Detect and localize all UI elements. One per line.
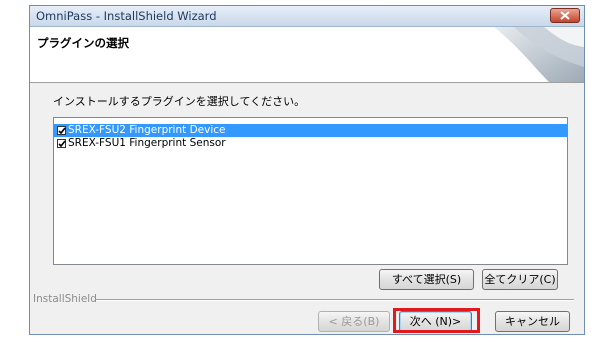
window-title: OmniPass - InstallShield Wizard bbox=[36, 9, 217, 23]
plugin-checkbox[interactable] bbox=[57, 139, 66, 148]
plugin-label: SREX-FSU2 Fingerprint Device bbox=[68, 124, 226, 136]
footer-divider bbox=[96, 299, 574, 301]
next-button[interactable]: 次へ (N)> bbox=[399, 311, 472, 332]
instruction-text: インストールするプラグインを選択してください。 bbox=[53, 95, 306, 108]
close-icon bbox=[560, 11, 570, 20]
plugin-listbox[interactable]: SREX-FSU2 Fingerprint Device SREX-FSU1 F… bbox=[53, 117, 568, 265]
installer-window: OmniPass - InstallShield Wizard プラグインの選択… bbox=[29, 5, 585, 335]
plugin-checkbox[interactable] bbox=[57, 126, 66, 135]
plugin-item[interactable]: SREX-FSU1 Fingerprint Sensor bbox=[54, 137, 567, 150]
plugin-item[interactable]: SREX-FSU2 Fingerprint Device bbox=[54, 124, 567, 137]
wizard-header: プラグインの選択 bbox=[30, 27, 584, 83]
back-button[interactable]: < 戻る(B) bbox=[318, 311, 390, 332]
cancel-button[interactable]: キャンセル bbox=[495, 311, 570, 332]
select-all-button[interactable]: すべて選択(S) bbox=[379, 269, 474, 290]
page-title: プラグインの選択 bbox=[37, 36, 129, 50]
title-bar[interactable]: OmniPass - InstallShield Wizard bbox=[30, 6, 584, 27]
clear-all-button[interactable]: 全てクリア(C) bbox=[482, 269, 558, 290]
plugin-label: SREX-FSU1 Fingerprint Sensor bbox=[68, 137, 226, 149]
checkmark-icon bbox=[58, 127, 66, 135]
checkmark-icon bbox=[58, 140, 66, 148]
close-button[interactable] bbox=[550, 8, 580, 23]
installshield-brand: InstallShield bbox=[33, 293, 97, 305]
header-graphic bbox=[494, 27, 584, 82]
